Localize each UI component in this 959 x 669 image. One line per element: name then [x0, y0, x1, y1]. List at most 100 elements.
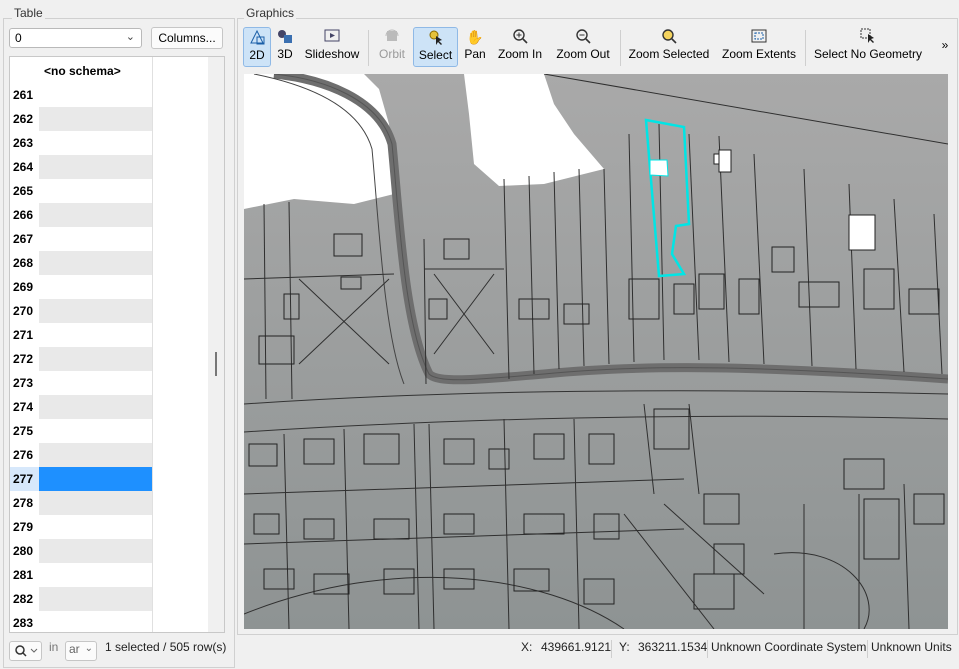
row-number[interactable]: 282: [10, 587, 39, 611]
data-table[interactable]: <no schema> 261 262 263 264 265 266 267 268 269 2…: [9, 56, 225, 633]
table-scrollbar[interactable]: [208, 57, 224, 632]
table-row[interactable]: 283: [10, 611, 152, 632]
zoom-out-label: Zoom Out: [556, 47, 610, 61]
row-number[interactable]: 276: [10, 443, 39, 467]
table-cell[interactable]: [39, 539, 152, 563]
table-row[interactable]: 269: [10, 275, 152, 299]
table-row[interactable]: 265: [10, 179, 152, 203]
row-number[interactable]: 271: [10, 323, 39, 347]
table-cell[interactable]: [39, 491, 152, 515]
table-cell[interactable]: [39, 107, 152, 131]
table-row[interactable]: 270: [10, 299, 152, 323]
pan-button[interactable]: ✋ Pan: [463, 27, 487, 67]
table-row[interactable]: 279: [10, 515, 152, 539]
zoom-out-button[interactable]: Zoom Out: [553, 27, 613, 67]
view-3d-button[interactable]: 3D: [273, 27, 297, 67]
row-number[interactable]: 266: [10, 203, 39, 227]
table-row[interactable]: 274: [10, 395, 152, 419]
table-row[interactable]: 276: [10, 443, 152, 467]
table-cell[interactable]: [39, 563, 152, 587]
table-cell[interactable]: [39, 155, 152, 179]
row-number[interactable]: 277: [10, 467, 39, 491]
orbit-button[interactable]: Orbit: [375, 27, 409, 67]
row-number[interactable]: 274: [10, 395, 39, 419]
row-filter-value: 0: [15, 31, 22, 45]
row-number[interactable]: 265: [10, 179, 39, 203]
table-cell[interactable]: [39, 251, 152, 275]
table-cell[interactable]: [39, 419, 152, 443]
table-cell[interactable]: [39, 323, 152, 347]
row-number[interactable]: 275: [10, 419, 39, 443]
slideshow-button[interactable]: Slideshow: [303, 27, 361, 67]
zoom-extents-button[interactable]: Zoom Extents: [720, 27, 798, 67]
y-coordinate: 363211.1534: [638, 640, 708, 654]
zoom-selected-button[interactable]: Zoom Selected: [627, 27, 711, 67]
map-drawing[interactable]: [244, 74, 948, 629]
table-row[interactable]: 277: [10, 467, 152, 491]
row-number[interactable]: 281: [10, 563, 39, 587]
table-cell[interactable]: [39, 443, 152, 467]
row-number[interactable]: 263: [10, 131, 39, 155]
view-2d-button[interactable]: 2D: [243, 27, 271, 67]
table-cell[interactable]: [39, 203, 152, 227]
toolbar-overflow-button[interactable]: »: [939, 38, 951, 58]
table-cell[interactable]: [39, 179, 152, 203]
table-header[interactable]: <no schema>: [10, 57, 152, 83]
table-row[interactable]: 262: [10, 107, 152, 131]
row-number[interactable]: 280: [10, 539, 39, 563]
table-row[interactable]: 263: [10, 131, 152, 155]
row-filter-combo[interactable]: 0 ⌄: [9, 28, 142, 48]
table-cell[interactable]: [39, 611, 152, 632]
table-cell[interactable]: [39, 587, 152, 611]
row-number[interactable]: 272: [10, 347, 39, 371]
table-cell[interactable]: [39, 371, 152, 395]
row-number[interactable]: 268: [10, 251, 39, 275]
table-cell[interactable]: [39, 515, 152, 539]
table-cell[interactable]: [39, 83, 152, 107]
table-cell[interactable]: [39, 131, 152, 155]
table-row[interactable]: 267: [10, 227, 152, 251]
table-row[interactable]: 278: [10, 491, 152, 515]
row-number[interactable]: 261: [10, 83, 39, 107]
select-button[interactable]: Select: [413, 27, 458, 67]
table-row[interactable]: 275: [10, 419, 152, 443]
zoom-in-button[interactable]: Zoom In: [495, 27, 545, 67]
row-number[interactable]: 264: [10, 155, 39, 179]
zoom-out-icon: [553, 27, 613, 47]
table-cell[interactable]: [39, 395, 152, 419]
row-number[interactable]: 270: [10, 299, 39, 323]
graphics-toolbar: 2D 3D Slideshow Orbit Select ✋ Pan Zoom …: [241, 24, 955, 70]
table-cell[interactable]: [39, 347, 152, 371]
row-number[interactable]: 279: [10, 515, 39, 539]
row-number[interactable]: 273: [10, 371, 39, 395]
table-cell[interactable]: [39, 299, 152, 323]
table-row[interactable]: 271: [10, 323, 152, 347]
row-number[interactable]: 278: [10, 491, 39, 515]
table-row[interactable]: 282: [10, 587, 152, 611]
table-row[interactable]: 272: [10, 347, 152, 371]
table-row[interactable]: 280: [10, 539, 152, 563]
map-units: Unknown Units: [871, 640, 952, 654]
chevron-right-icon: »: [941, 38, 949, 52]
search-in-label: in: [49, 640, 59, 654]
row-number[interactable]: 283: [10, 611, 39, 632]
table-row[interactable]: 266: [10, 203, 152, 227]
table-row[interactable]: 273: [10, 371, 152, 395]
table-row[interactable]: 264: [10, 155, 152, 179]
row-number[interactable]: 262: [10, 107, 39, 131]
table-row[interactable]: 281: [10, 563, 152, 587]
table-cell[interactable]: [39, 275, 152, 299]
scrollbar-thumb[interactable]: [215, 352, 217, 376]
table-cell[interactable]: [39, 467, 152, 491]
columns-button[interactable]: Columns...: [151, 27, 223, 49]
row-number[interactable]: 267: [10, 227, 39, 251]
zoom-in-label: Zoom In: [497, 47, 542, 61]
map-canvas[interactable]: [244, 74, 948, 629]
search-mode-button[interactable]: [9, 641, 42, 661]
table-cell[interactable]: [39, 227, 152, 251]
search-field-combo[interactable]: ar ⌄: [65, 641, 97, 661]
table-row[interactable]: 268: [10, 251, 152, 275]
select-no-geometry-button[interactable]: Select No Geometry: [812, 27, 924, 67]
row-number[interactable]: 269: [10, 275, 39, 299]
table-row[interactable]: 261: [10, 83, 152, 107]
